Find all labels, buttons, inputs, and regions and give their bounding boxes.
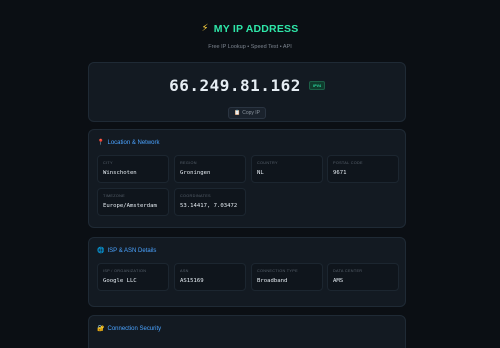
field-value: AS15169	[180, 278, 204, 284]
isp-title-text: ISP & ASN Details	[107, 247, 157, 254]
field-data-center: DATA CENTER AMS	[327, 263, 399, 291]
page-title-text: MY IP ADDRESS	[213, 22, 299, 35]
ip-row: 66.249.81.162 IPv4	[89, 76, 405, 95]
isp-card: 🌐 ISP & ASN Details ISP / ORGANIZATION G…	[88, 237, 406, 307]
field-label: COUNTRY	[257, 161, 278, 165]
page: ⚡ MY IP ADDRESS Free IP Lookup • Speed T…	[0, 0, 500, 348]
field-coordinates: COORDINATES 53.14417, 7.03472	[174, 188, 246, 216]
field-value: Google LLC	[103, 278, 137, 284]
ip-card: 66.249.81.162 IPv4 📋 Copy IP	[88, 62, 406, 122]
globe-icon: 🌐	[97, 248, 105, 254]
field-value: Winschoten	[103, 170, 137, 176]
page-title: ⚡ MY IP ADDRESS	[202, 23, 299, 35]
isp-section-title: 🌐 ISP & ASN Details	[97, 247, 157, 255]
lightning-bolt-icon: ⚡	[201, 23, 209, 34]
copy-ip-button[interactable]: 📋 Copy IP	[227, 107, 267, 119]
field-label: POSTAL CODE	[333, 161, 363, 165]
clipboard-icon: 📋	[233, 110, 241, 116]
ip-address: 66.249.81.162	[169, 76, 301, 95]
field-value: 9671	[333, 170, 347, 176]
lock-icon: 🔐	[97, 326, 105, 332]
field-country: COUNTRY NL	[251, 155, 323, 183]
field-label: ISP / ORGANIZATION	[103, 269, 147, 273]
field-label: DATA CENTER	[333, 269, 363, 273]
security-section-title: 🔐 Connection Security	[97, 325, 162, 333]
field-label: REGION	[180, 161, 197, 165]
field-label: COORDINATES	[180, 194, 211, 198]
map-pin-icon: 📍	[97, 140, 105, 146]
field-isp: ISP / ORGANIZATION Google LLC	[97, 263, 169, 291]
copy-button-wrap: 📋 Copy IP	[89, 101, 405, 119]
page-subtitle: Free IP Lookup • Speed Test • API	[208, 44, 292, 50]
field-value: Groningen	[180, 170, 211, 176]
location-section-title: 📍 Location & Network	[97, 139, 160, 147]
field-connection-type: CONNECTION TYPE Broadband	[251, 263, 323, 291]
field-value: Broadband	[257, 278, 288, 284]
security-card: 🔐 Connection Security	[88, 315, 406, 348]
copy-ip-label: Copy IP	[242, 110, 261, 116]
security-title-text: Connection Security	[107, 325, 162, 332]
field-label: CITY	[103, 161, 113, 165]
field-value: NL	[257, 170, 264, 176]
field-region: REGION Groningen	[174, 155, 246, 183]
field-label: CONNECTION TYPE	[257, 269, 298, 273]
field-timezone: TIMEZONE Europe/Amsterdam	[97, 188, 169, 216]
field-city: CITY Winschoten	[97, 155, 169, 183]
field-value: 53.14417, 7.03472	[180, 203, 238, 209]
location-title-text: Location & Network	[107, 139, 160, 146]
field-postal-code: POSTAL CODE 9671	[327, 155, 399, 183]
field-label: ASN	[180, 269, 189, 273]
field-label: TIMEZONE	[103, 194, 126, 198]
ip-version-badge: IPv4	[309, 81, 325, 90]
field-value: Europe/Amsterdam	[103, 203, 157, 209]
field-asn: ASN AS15169	[174, 263, 246, 291]
field-value: AMS	[333, 278, 344, 284]
header: ⚡ MY IP ADDRESS Free IP Lookup • Speed T…	[0, 18, 500, 51]
location-card: 📍 Location & Network CITY Winschoten REG…	[88, 129, 406, 228]
